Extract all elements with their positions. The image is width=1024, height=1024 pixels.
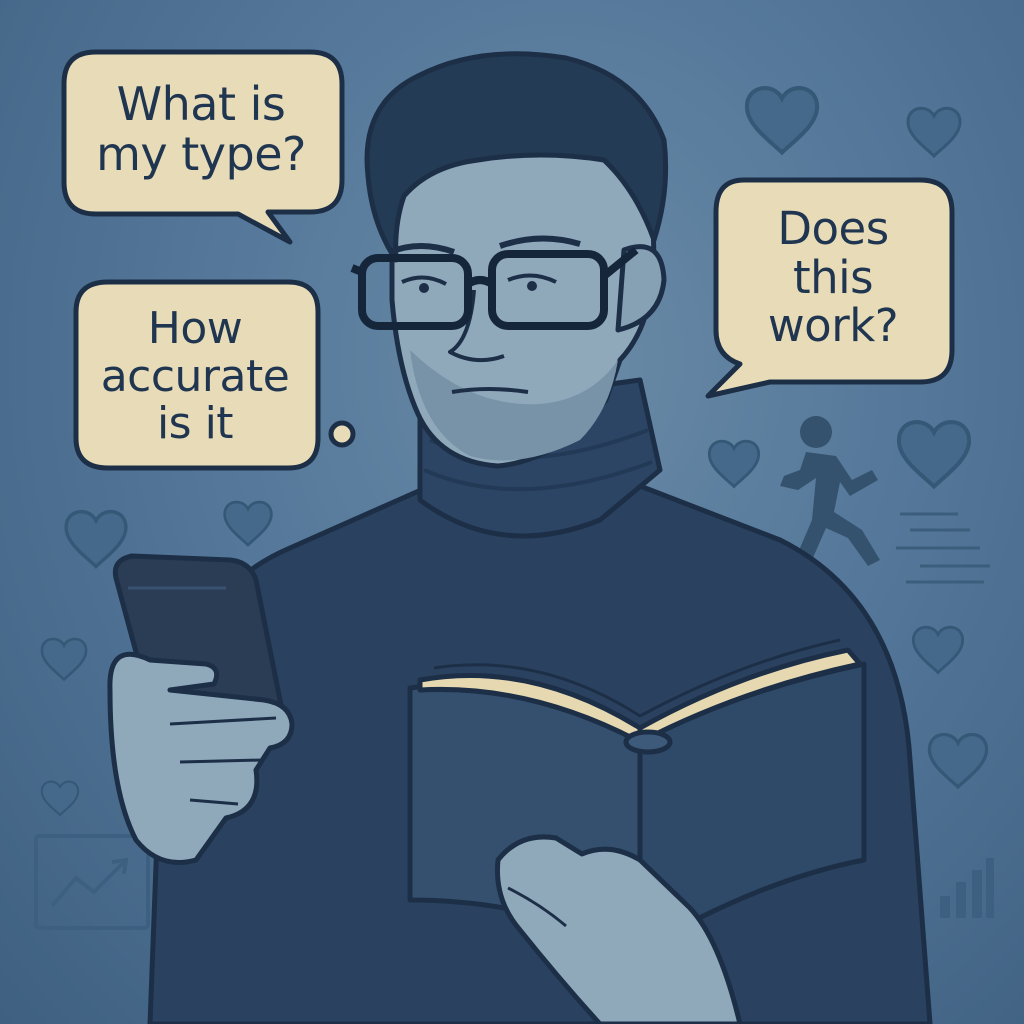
- illustration-scene: What is my type? How accurate is it Does…: [0, 0, 1024, 1024]
- heart-icon: [747, 88, 817, 152]
- thought-dot: [328, 420, 356, 448]
- heart-icon: [927, 732, 989, 789]
- bar-chart-icon: [940, 858, 994, 918]
- heart-icon: [906, 106, 962, 158]
- heart-icon: [911, 625, 965, 674]
- heart-icon: [64, 509, 128, 569]
- heart-icon: [707, 439, 761, 488]
- trend-chart-icon: [34, 834, 150, 930]
- speech-bubble-text: What is my type?: [96, 77, 306, 181]
- speech-bubble-text: Does this work?: [767, 202, 899, 353]
- thought-bubble-text: How accurate is it: [100, 303, 290, 450]
- heart-icon: [899, 422, 969, 486]
- heart-icon: [40, 637, 88, 681]
- heart-icon: [223, 500, 273, 547]
- heart-icon: [40, 780, 80, 817]
